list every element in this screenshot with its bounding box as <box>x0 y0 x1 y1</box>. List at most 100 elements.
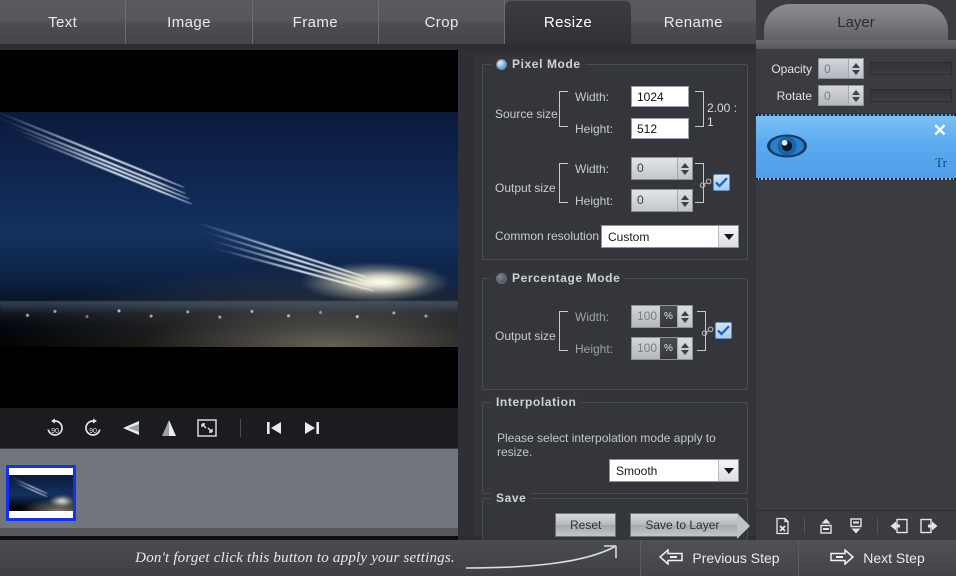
previous-step-button[interactable]: Previous Step <box>640 540 798 576</box>
common-resolution-value: Custom <box>608 230 649 244</box>
import-layer-left-icon[interactable] <box>887 515 911 537</box>
opacity-label: Opacity <box>764 62 812 76</box>
rotate-stepper[interactable]: 0 <box>818 85 864 106</box>
layer-tab-label: Layer <box>837 14 875 31</box>
tab-bar: Text Image Frame Crop Resize Rename <box>0 0 756 45</box>
layer-panel-tab[interactable]: Layer <box>764 4 948 40</box>
source-height-input[interactable] <box>631 118 689 139</box>
delete-layer-icon[interactable] <box>771 515 795 537</box>
percent-output-size-label: Output size <box>495 329 556 343</box>
source-bracket <box>559 91 568 127</box>
layer-list: ✕ Tr <box>756 114 956 484</box>
interpolation-chevron-down-icon[interactable] <box>718 460 738 481</box>
flip-horizontal-icon[interactable] <box>116 415 146 441</box>
tab-frame[interactable]: Frame <box>253 0 379 44</box>
tab-text-label: Text <box>48 14 77 31</box>
toolbar-divider <box>240 419 241 437</box>
save-title: Save <box>491 491 531 505</box>
layer-list-item[interactable]: ✕ Tr <box>756 114 956 180</box>
next-image-icon[interactable] <box>297 415 327 441</box>
previous-image-icon[interactable] <box>259 415 289 441</box>
percent-height-unit: % <box>660 338 677 359</box>
ratio-bracket <box>695 91 704 127</box>
common-resolution-label: Common resolution <box>495 229 599 243</box>
pixel-lock-aspect-checkbox[interactable] <box>713 174 730 191</box>
import-layer-right-icon[interactable] <box>917 515 941 537</box>
thumbnail-item[interactable] <box>6 465 76 521</box>
source-height-label: Height: <box>575 122 613 136</box>
pixel-output-height-value: 0 <box>632 190 677 211</box>
city-lights-layer <box>0 301 458 327</box>
pixel-output-width-label: Width: <box>575 162 609 176</box>
pixel-mode-label: Pixel Mode <box>512 57 581 71</box>
rotate-row: Rotate 0 <box>756 82 956 109</box>
move-layer-up-icon[interactable] <box>814 515 838 537</box>
rotate-right-90-icon[interactable]: 90 <box>78 415 108 441</box>
opacity-arrows[interactable] <box>848 59 863 78</box>
percent-height-label: Height: <box>575 342 613 356</box>
next-step-button[interactable]: Next Step <box>798 540 956 576</box>
preview-image <box>0 112 458 347</box>
fit-to-screen-icon[interactable] <box>192 415 222 441</box>
hint-area: Don't forget click this button to apply … <box>0 540 640 576</box>
percent-height-value: 100 <box>632 338 660 359</box>
next-step-arrow-icon <box>830 549 854 568</box>
save-to-layer-button[interactable]: Save to Layer <box>630 513 738 537</box>
source-size-label: Source size <box>495 107 558 121</box>
thumbnail-image <box>9 475 73 511</box>
image-viewer[interactable] <box>0 50 458 408</box>
bottom-bar: Don't forget click this button to apply … <box>0 540 956 576</box>
pixel-output-size-label: Output size <box>495 181 556 195</box>
percentage-mode-title-row[interactable]: Percentage Mode <box>491 271 625 285</box>
tab-crop[interactable]: Crop <box>379 0 505 44</box>
reset-button[interactable]: Reset <box>555 513 616 537</box>
rotate-arrows[interactable] <box>848 86 863 105</box>
tab-image[interactable]: Image <box>126 0 252 44</box>
editor-main-column: Text Image Frame Crop Resize Rename <box>0 0 756 576</box>
svg-text:90: 90 <box>89 428 97 435</box>
aspect-ratio-value: 2.00 : 1 <box>707 101 747 129</box>
interpolation-select[interactable]: Smooth <box>609 459 739 482</box>
percent-height-arrows[interactable] <box>677 338 692 359</box>
next-step-label: Next Step <box>863 550 924 566</box>
move-layer-down-icon[interactable] <box>844 515 868 537</box>
tab-text[interactable]: Text <box>0 0 126 44</box>
previous-step-arrow-icon <box>659 549 683 568</box>
opacity-slider[interactable] <box>870 62 952 75</box>
percent-lock-aspect-checkbox[interactable] <box>715 322 732 339</box>
interpolation-title: Interpolation <box>491 395 581 409</box>
pixel-mode-title-row[interactable]: Pixel Mode <box>491 57 586 71</box>
percent-width-arrows[interactable] <box>677 306 692 327</box>
tab-resize[interactable]: Resize <box>505 0 630 44</box>
opacity-row: Opacity 0 <box>756 55 956 82</box>
flip-vertical-icon[interactable] <box>154 415 184 441</box>
percent-height-stepper[interactable]: 100 % <box>631 337 693 360</box>
rotate-slider[interactable] <box>870 89 952 102</box>
tab-rename[interactable]: Rename <box>631 0 756 44</box>
interpolation-description: Please select interpolation mode apply t… <box>497 431 737 459</box>
interpolation-label: Interpolation <box>496 395 576 409</box>
common-resolution-select[interactable]: Custom <box>601 225 739 248</box>
layer-panel: Layer Opacity 0 Rotate 0 <box>756 0 956 576</box>
svg-text:90: 90 <box>51 428 59 435</box>
tab-crop-label: Crop <box>425 14 459 31</box>
pixel-output-width-stepper[interactable]: 0 <box>631 157 693 180</box>
layer-visibility-eye-icon[interactable] <box>766 132 808 165</box>
close-icon[interactable]: ✕ <box>933 122 947 139</box>
rotate-left-90-icon[interactable]: 90 <box>40 415 70 441</box>
pixel-output-width-arrows[interactable] <box>677 158 692 179</box>
pixel-output-bracket <box>559 163 568 203</box>
percentage-mode-label: Percentage Mode <box>512 271 620 285</box>
source-width-input[interactable] <box>631 86 689 107</box>
pixel-output-height-stepper[interactable]: 0 <box>631 189 693 212</box>
opacity-stepper[interactable]: 0 <box>818 58 864 79</box>
chevron-down-icon[interactable] <box>718 226 738 247</box>
percent-output-bracket <box>559 311 568 351</box>
source-width-label: Width: <box>575 90 609 104</box>
rotate-label: Rotate <box>764 89 812 103</box>
pixel-output-height-arrows[interactable] <box>677 190 692 211</box>
percentage-mode-radio[interactable] <box>496 273 507 284</box>
layer-text-marker[interactable]: Tr <box>935 155 947 171</box>
percent-width-stepper[interactable]: 100 % <box>631 305 693 328</box>
pixel-mode-radio[interactable] <box>496 59 507 70</box>
